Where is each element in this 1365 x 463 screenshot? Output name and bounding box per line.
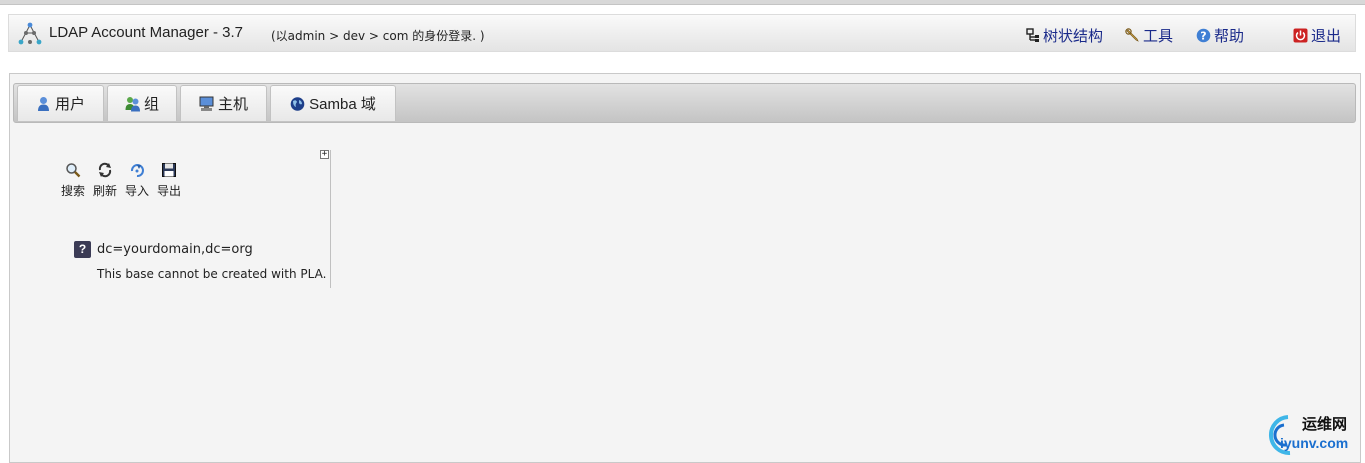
refresh-label: 刷新 (92, 184, 117, 198)
import-label: 导入 (124, 184, 149, 198)
help-label: 帮助 (1214, 27, 1245, 45)
unknown-entry-icon: ? (74, 241, 91, 258)
watermark-domain: iyunv.com (1280, 435, 1349, 451)
expand-toggle[interactable]: + (320, 150, 329, 159)
watermark-cn: 运维网 (1302, 415, 1348, 433)
main-content: 用户 组 主机 Samba 域 + 搜索 刷新 导入 导出 ? dc=yourd… (9, 73, 1361, 463)
tab-groups[interactable]: 组 (107, 85, 177, 121)
computer-icon (199, 96, 214, 111)
user-icon (37, 96, 49, 111)
import-icon (131, 164, 144, 177)
login-info: (以admin > dev > com 的身份登录. ) (271, 29, 485, 43)
power-icon (1293, 28, 1308, 43)
group-icon (125, 96, 140, 111)
export-button[interactable]: 导出 (154, 162, 184, 199)
watermark: 运维网 iyunv.com (1258, 411, 1365, 459)
tab-hosts[interactable]: 主机 (180, 85, 267, 121)
floppy-icon (162, 163, 176, 177)
export-label: 导出 (156, 184, 181, 198)
app-title: LDAP Account Manager - 3.7 (49, 24, 244, 41)
logout-link[interactable]: 退出 (1293, 25, 1341, 46)
tab-samba-domains-label: Samba 域 (309, 96, 376, 113)
top-border (0, 0, 1365, 5)
tree-panel: + 搜索 刷新 导入 导出 ? dc=yourdomain,dc=org Thi… (60, 150, 331, 288)
base-dn-entry[interactable]: dc=yourdomain,dc=org (97, 242, 253, 257)
tree-view-link[interactable]: 树状结构 (1025, 25, 1103, 46)
import-button[interactable]: 导入 (122, 162, 152, 199)
search-label: 搜索 (60, 184, 85, 198)
help-icon: ? (1196, 28, 1211, 43)
magnifier-icon (66, 163, 81, 178)
base-dn-note: This base cannot be created with PLA. (97, 267, 327, 281)
tab-users[interactable]: 用户 (17, 85, 104, 121)
refresh-button[interactable]: 刷新 (90, 162, 120, 199)
tab-bar: 用户 组 主机 Samba 域 (13, 83, 1356, 123)
tree-view-label: 树状结构 (1043, 27, 1104, 45)
header-bar: LDAP Account Manager - 3.7 (以admin > dev… (8, 14, 1356, 52)
logout-label: 退出 (1311, 27, 1342, 45)
tree-icon (1026, 28, 1039, 42)
svg-text:?: ? (1200, 30, 1206, 43)
tab-users-label: 用户 (54, 96, 85, 113)
globe-icon (290, 96, 305, 111)
wrench-icon (1125, 28, 1139, 42)
help-link[interactable]: ? 帮助 (1196, 25, 1244, 46)
tab-groups-label: 组 (143, 96, 159, 113)
tools-link[interactable]: 工具 (1125, 25, 1173, 46)
lam-logo-icon (18, 22, 42, 45)
refresh-icon (98, 162, 112, 178)
tools-label: 工具 (1143, 27, 1174, 45)
tab-samba-domains[interactable]: Samba 域 (270, 85, 396, 121)
tab-hosts-label: 主机 (217, 96, 248, 113)
search-button[interactable]: 搜索 (58, 162, 88, 199)
